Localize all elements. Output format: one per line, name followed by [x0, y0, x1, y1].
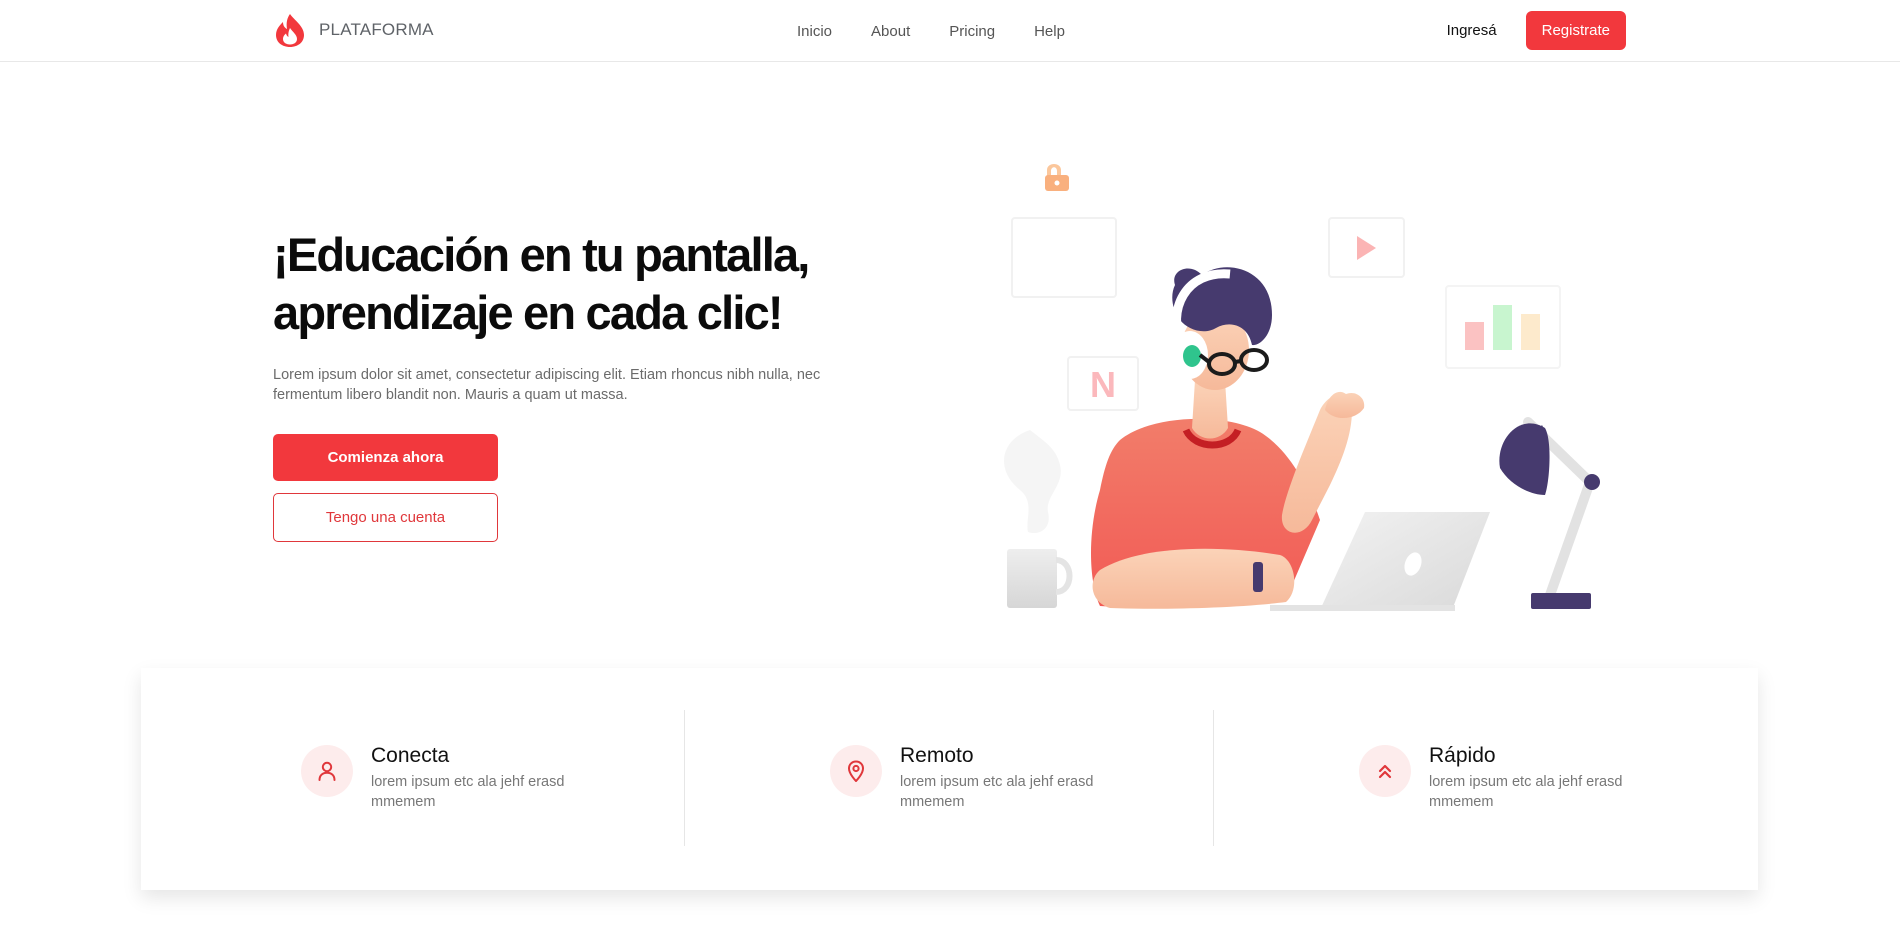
coffee-mug — [1007, 549, 1073, 608]
hero-illustration: N — [1003, 164, 1600, 611]
nav-link-pricing[interactable]: Pricing — [949, 23, 995, 40]
main-nav: Inicio About Pricing Help — [797, 0, 1104, 62]
play-card — [1328, 217, 1405, 278]
navbar: PLATAFORMA Inicio About Pricing Help Ing… — [0, 0, 1900, 62]
location-pin-icon — [848, 760, 864, 782]
features-panel: Conecta lorem ipsum etc ala jehf erasd m… — [141, 668, 1758, 890]
bar-chart-card — [1445, 285, 1561, 369]
feature-rapido: Rápido lorem ipsum etc ala jehf erasd mm… — [1199, 668, 1729, 890]
brand-logo-link[interactable]: PLATAFORMA — [273, 12, 434, 48]
nav-link-inicio[interactable]: Inicio — [797, 23, 832, 40]
feature-title: Rápido — [1429, 744, 1496, 767]
desk-lamp — [1499, 417, 1600, 609]
hero-description: Lorem ipsum dolor sit amet, consectetur … — [273, 367, 821, 403]
feature-description: lorem ipsum etc ala jehf erasd mmemem — [900, 774, 1094, 810]
steam — [1003, 430, 1061, 534]
hero-title-line-1: ¡Educación en tu pantalla, — [273, 228, 810, 281]
feature-icon-badge — [830, 745, 882, 797]
feature-description: lorem ipsum etc ala jehf erasd mmemem — [371, 774, 565, 810]
register-button[interactable]: Registrate — [1525, 11, 1626, 50]
feature-icon-badge — [301, 745, 353, 797]
feature-title: Conecta — [371, 744, 450, 767]
wristwatch — [1253, 562, 1263, 592]
flame-icon — [276, 14, 304, 47]
feature-title: Remoto — [900, 744, 974, 767]
floating-card-blank — [1011, 217, 1117, 298]
login-link[interactable]: Ingresá — [1447, 22, 1497, 39]
start-now-button[interactable]: Comienza ahora — [273, 434, 498, 481]
user-icon — [318, 761, 336, 781]
have-account-button[interactable]: Tengo una cuenta — [273, 493, 498, 542]
hero-title: ¡Educación en tu pantalla, aprendizaje e… — [273, 226, 893, 342]
feature-conecta: Conecta lorem ipsum etc ala jehf erasd m… — [141, 668, 671, 890]
feature-icon-badge — [1359, 745, 1411, 797]
brand-name: PLATAFORMA — [319, 20, 434, 39]
nav-actions: Ingresá Registrate — [1447, 11, 1626, 50]
hero-title-line-2: aprendizaje en cada clic! — [273, 286, 784, 339]
double-chevron-up-icon — [1378, 764, 1392, 779]
nav-link-about[interactable]: About — [871, 23, 910, 40]
nav-link-help[interactable]: Help — [1034, 23, 1065, 40]
person-hand — [1325, 391, 1365, 419]
headphone-light — [1183, 345, 1201, 367]
svg-text:N: N — [1090, 364, 1116, 405]
feature-remoto: Remoto lorem ipsum etc ala jehf erasd mm… — [670, 668, 1200, 890]
lock-icon — [1045, 164, 1069, 191]
feature-description: lorem ipsum etc ala jehf erasd mmemem — [1429, 774, 1623, 810]
n-logo-card: N — [1067, 356, 1139, 411]
